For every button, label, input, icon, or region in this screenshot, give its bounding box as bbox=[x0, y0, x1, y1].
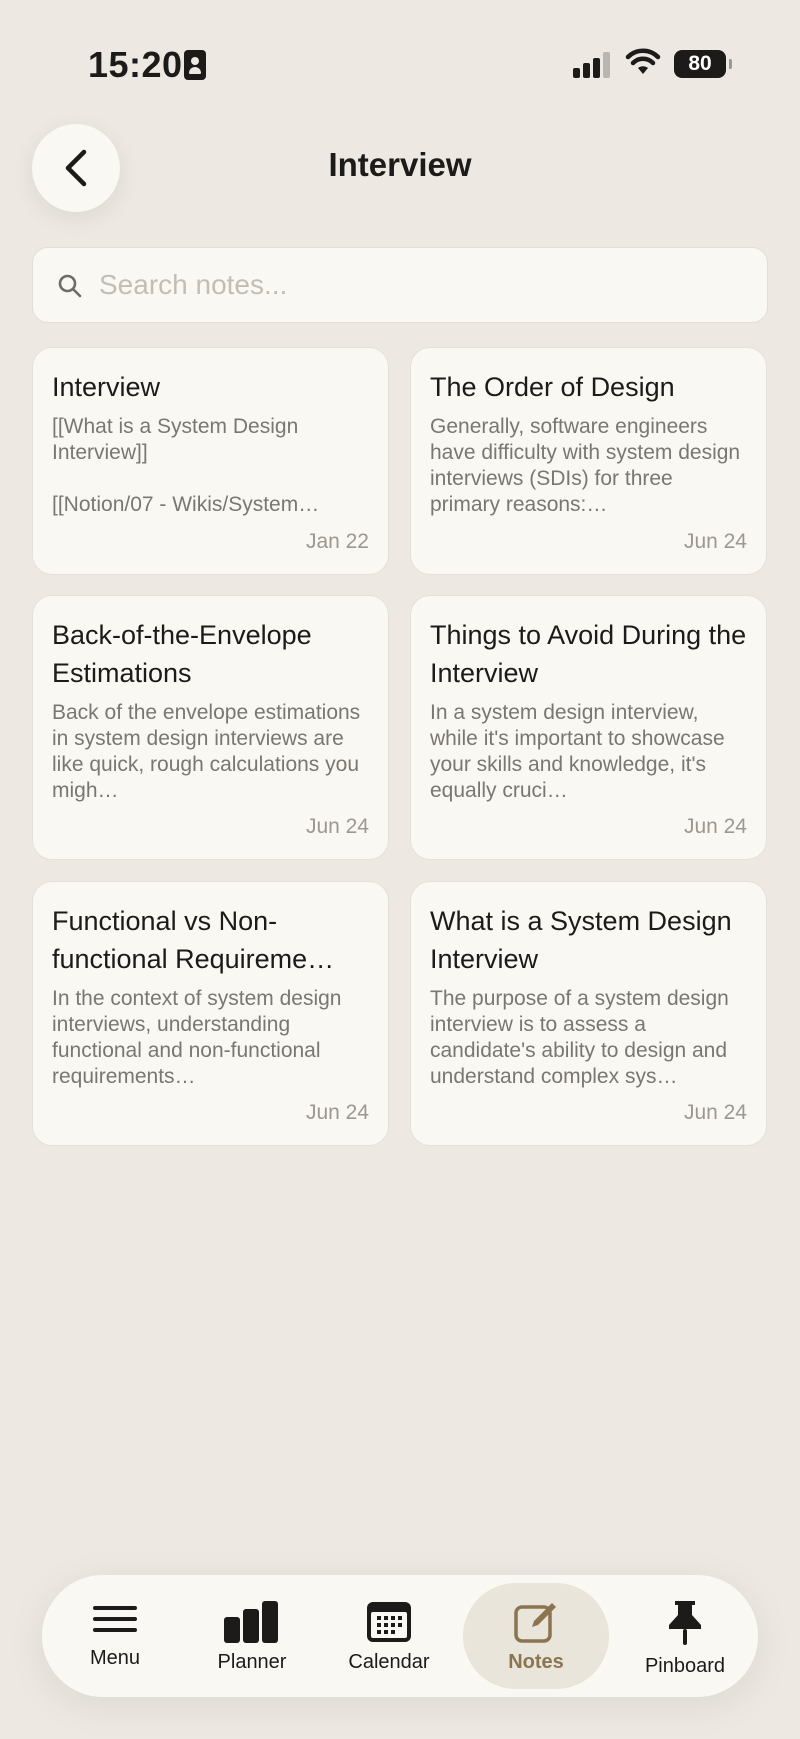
note-snippet: In a system design interview, while it's… bbox=[430, 701, 725, 802]
note-snippet: Generally, software engineers have diffi… bbox=[430, 415, 741, 516]
note-snippet: Back of the envelope estimations in syst… bbox=[52, 701, 361, 802]
tab-label: Planner bbox=[217, 1651, 287, 1673]
note-date: Jun 24 bbox=[683, 530, 747, 553]
note-title: Functional vs Non-functional Requireme… bbox=[52, 906, 335, 974]
note-card[interactable]: The Order of Design Generally, software … bbox=[410, 347, 767, 575]
tab-label: Calendar bbox=[348, 1651, 430, 1673]
note-title: The Order of Design bbox=[430, 372, 675, 402]
note-date: Jun 24 bbox=[683, 1101, 747, 1124]
tab-menu[interactable]: Menu bbox=[42, 1583, 188, 1689]
bar-chart-icon bbox=[224, 1601, 278, 1643]
search-bar[interactable] bbox=[32, 247, 768, 323]
calendar-icon bbox=[367, 1602, 411, 1642]
tab-planner[interactable]: Planner bbox=[179, 1583, 325, 1689]
note-title: Interview bbox=[52, 372, 161, 402]
note-card[interactable]: Interview [[What is a System Design Inte… bbox=[32, 347, 389, 575]
signal-icon bbox=[573, 52, 613, 78]
battery-icon: 80 bbox=[674, 50, 732, 78]
tab-label: Menu bbox=[89, 1647, 141, 1669]
tab-label: Notes bbox=[508, 1651, 564, 1673]
note-card[interactable]: Things to Avoid During the Interview In … bbox=[410, 595, 767, 860]
note-title: Things to Avoid During the Interview bbox=[430, 620, 747, 688]
compose-icon bbox=[514, 1603, 556, 1643]
page-title: Interview bbox=[328, 146, 472, 183]
tab-notes[interactable]: Notes bbox=[463, 1583, 609, 1689]
contact-card-icon bbox=[184, 50, 206, 80]
pin-icon bbox=[669, 1601, 701, 1645]
note-card[interactable]: What is a System Design Interview The pu… bbox=[410, 881, 767, 1146]
status-time: 15:20 bbox=[88, 44, 183, 85]
note-date: Jun 24 bbox=[305, 1101, 369, 1124]
note-date: Jan 22 bbox=[305, 530, 369, 553]
tab-label: Pinboard bbox=[644, 1655, 726, 1677]
wifi-icon bbox=[625, 48, 661, 74]
note-card[interactable]: Back-of-the-Envelope Estimations Back of… bbox=[32, 595, 389, 860]
note-snippet: The purpose of a system design interview… bbox=[430, 987, 729, 1088]
tab-pinboard[interactable]: Pinboard bbox=[612, 1583, 758, 1689]
search-input[interactable] bbox=[99, 248, 739, 322]
note-card[interactable]: Functional vs Non-functional Requireme… … bbox=[32, 881, 389, 1146]
tab-calendar[interactable]: Calendar bbox=[316, 1583, 462, 1689]
note-snippet: In the context of system design intervie… bbox=[52, 987, 342, 1088]
tab-bar: Menu Planner Calendar Notes Pinboard bbox=[42, 1575, 758, 1697]
note-date: Jun 24 bbox=[305, 815, 369, 838]
note-date: Jun 24 bbox=[683, 815, 747, 838]
note-title: What is a System Design Interview bbox=[430, 906, 732, 974]
note-snippet: [[What is a System Design Interview]] [[… bbox=[52, 415, 320, 516]
search-icon bbox=[58, 274, 82, 298]
note-title: Back-of-the-Envelope Estimations bbox=[52, 620, 312, 688]
menu-icon bbox=[93, 1606, 137, 1632]
status-bar: 15:20 80 bbox=[0, 0, 800, 130]
